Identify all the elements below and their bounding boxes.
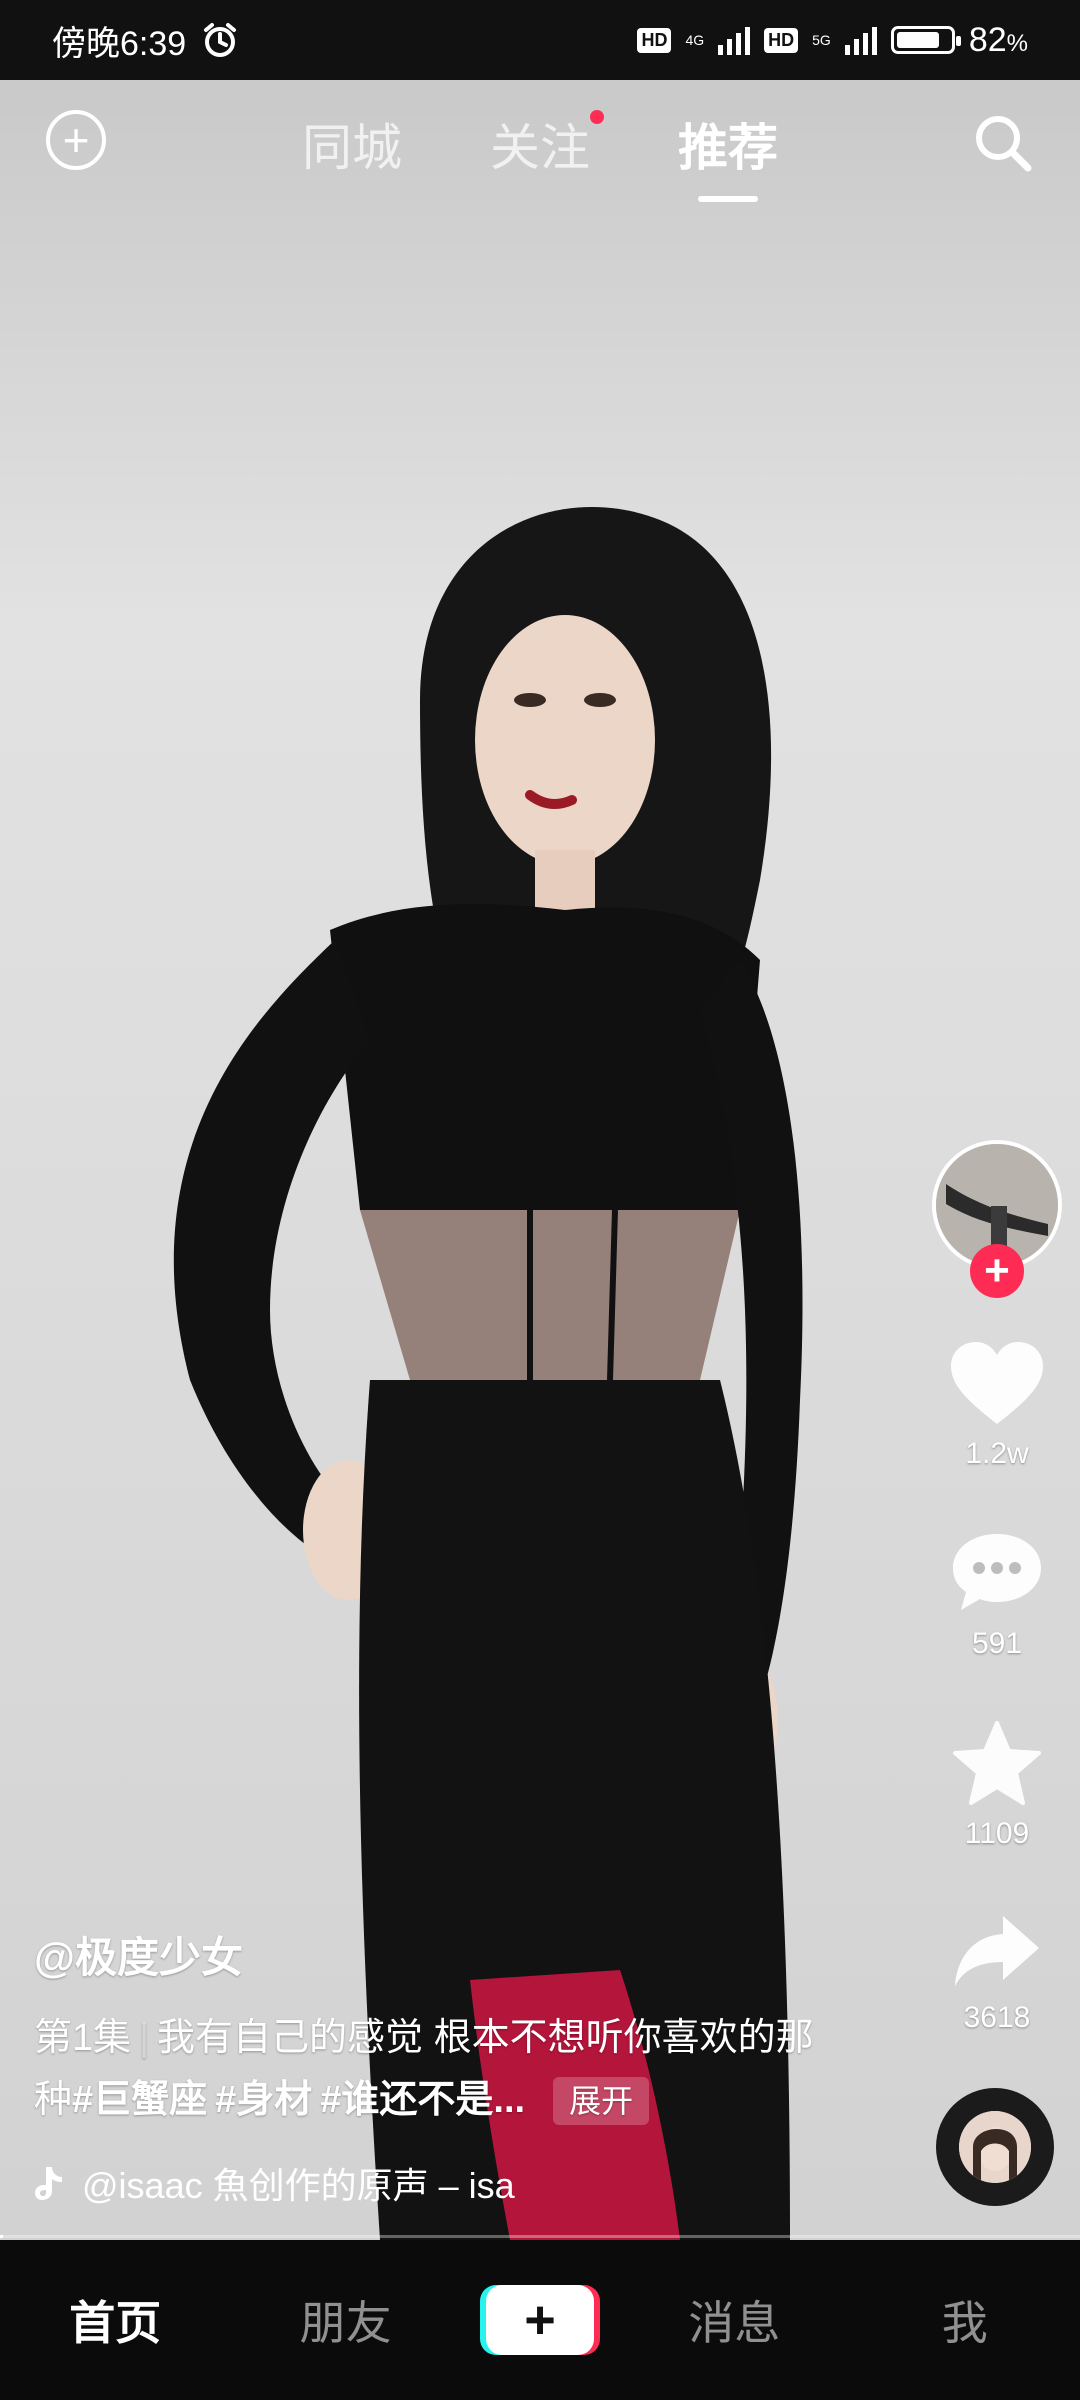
video-progress-fill	[0, 2235, 4, 2238]
nav-messages[interactable]: 消息	[644, 2287, 824, 2353]
feed-tabs: 同城 关注 推荐	[0, 108, 1080, 202]
hashtag[interactable]: #巨蟹座	[72, 2079, 207, 2121]
favorite-count: 1109	[964, 1817, 1030, 1850]
comment-count: 591	[971, 1627, 1023, 1660]
share-icon	[955, 1916, 1039, 1986]
comment-action[interactable]: 591	[934, 1530, 1060, 1661]
tab-nearby[interactable]: 同城	[302, 108, 402, 202]
hashtag[interactable]: #谁还不是...	[320, 2079, 525, 2121]
episode-label: 第1集	[34, 2017, 132, 2059]
video-player[interactable]	[0, 80, 1080, 2240]
alarm-icon	[204, 23, 237, 57]
battery-percent: 82%	[968, 20, 1028, 59]
nav-friends[interactable]: 朋友	[256, 2287, 436, 2353]
hd-badge-2: HD	[764, 27, 799, 53]
plus-icon: +	[524, 2290, 556, 2350]
like-count: 1.2w	[965, 1437, 1029, 1470]
follow-button[interactable]: +	[970, 1244, 1024, 1298]
video-caption: @极度少女 第1集 | 我有自己的感觉 根本不想听你喜欢的那种#巨蟹座 #身材 #谁还不…	[34, 1924, 814, 2209]
author-name[interactable]: @极度少女	[34, 1924, 814, 1985]
hashtag[interactable]: #身材	[215, 2079, 312, 2121]
search-icon[interactable]	[970, 110, 1036, 176]
hd-badge: HD	[637, 27, 672, 53]
battery-fill	[896, 32, 940, 48]
top-nav: + 同城 关注 推荐	[0, 80, 1080, 200]
music-note-icon	[35, 2167, 62, 2200]
divider: |	[139, 2017, 150, 2059]
comment-icon	[953, 1534, 1041, 1610]
share-action[interactable]: 3618	[934, 1910, 1060, 2035]
status-bar: 傍晚6:39 HD 4G HD 5G 82%	[0, 0, 1080, 80]
music-cover	[959, 2111, 1031, 2183]
video-description[interactable]: 第1集 | 我有自己的感觉 根本不想听你喜欢的那种#巨蟹座 #身材 #谁还不是... 展开	[34, 2007, 814, 2131]
status-time: 傍晚6:39	[52, 24, 187, 63]
video-frame-image	[0, 80, 1080, 2240]
notification-dot	[590, 110, 604, 124]
tab-recommended[interactable]: 推荐	[678, 108, 778, 202]
favorite-action[interactable]: 1109	[934, 1720, 1060, 1851]
music-info[interactable]: @isaac 魚创作的原声 – isa	[34, 2157, 814, 2209]
star-icon	[953, 1721, 1041, 1805]
heart-icon	[951, 1342, 1043, 1424]
music-title: @isaac 魚创作的原声 – isa	[82, 2165, 515, 2206]
signal-icon-2	[844, 25, 877, 55]
status-right: HD 4G HD 5G 82%	[637, 21, 1028, 60]
like-action[interactable]: 1.2w	[934, 1340, 1060, 1471]
video-progress-bar[interactable]	[0, 2235, 1080, 2238]
bottom-nav: 首页 朋友 + 消息 我	[0, 2240, 1080, 2400]
tab-following[interactable]: 关注	[490, 108, 604, 202]
network-label-4g: 4G	[685, 32, 705, 48]
music-disc[interactable]	[936, 2088, 1054, 2206]
create-button[interactable]: +	[485, 2285, 594, 2355]
nav-me[interactable]: 我	[875, 2287, 1055, 2353]
nav-home[interactable]: 首页	[25, 2287, 205, 2353]
expand-button[interactable]: 展开	[553, 2077, 650, 2125]
battery-icon	[890, 26, 961, 54]
share-count: 3618	[963, 2001, 1031, 2034]
network-label-5g: 5G	[812, 32, 831, 48]
signal-icon	[718, 25, 751, 55]
status-left: 傍晚6:39	[52, 16, 240, 65]
